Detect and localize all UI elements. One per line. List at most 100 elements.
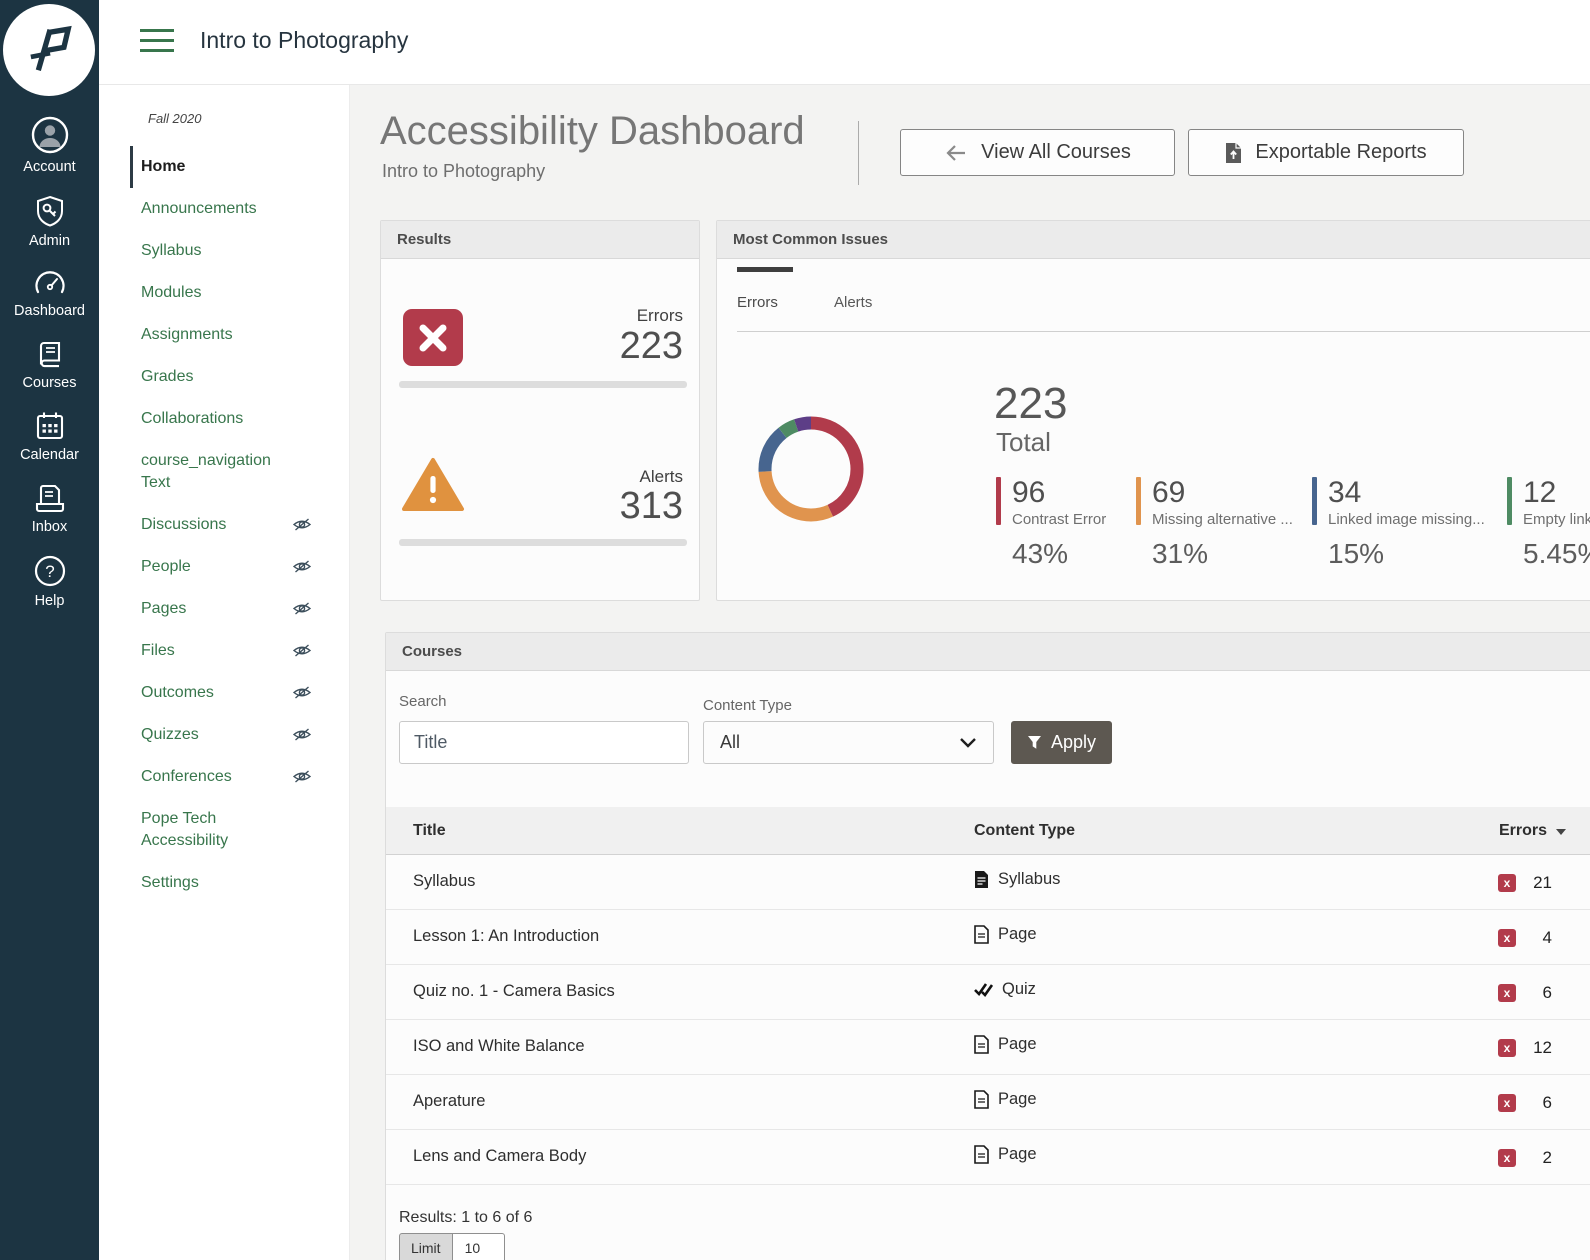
eye-slash-icon xyxy=(292,560,312,573)
course-nav-syllabus[interactable]: Syllabus xyxy=(141,230,346,272)
course-nav-label: course_navigation Text xyxy=(141,452,271,491)
sidebar-item-inbox[interactable]: Inbox xyxy=(0,472,99,544)
svg-text:?: ? xyxy=(45,562,54,581)
stat-label: Contrast Error xyxy=(1012,511,1107,528)
table-row[interactable]: ISO and White Balance Page x 12 xyxy=(386,1020,1590,1075)
limit-select[interactable]: 10 xyxy=(452,1233,505,1260)
tab-alerts[interactable]: Alerts xyxy=(834,294,872,311)
view-all-courses-button[interactable]: View All Courses xyxy=(900,129,1175,176)
course-nav-label: Pages xyxy=(141,600,187,617)
course-nav-pages[interactable]: Pages xyxy=(141,588,346,630)
sidebar-item-courses[interactable]: Courses xyxy=(0,328,99,400)
course-nav-people[interactable]: People xyxy=(141,546,346,588)
sidebar-item-help[interactable]: ? Help xyxy=(0,544,99,618)
limit-label: Limit xyxy=(399,1233,453,1260)
table-row[interactable]: Lens and Camera Body Page x 2 xyxy=(386,1130,1590,1185)
issues-donut-chart xyxy=(758,416,864,522)
course-nav-label: Discussions xyxy=(141,516,227,533)
popetech-logo-icon xyxy=(30,25,72,72)
error-badge-icon: x xyxy=(1498,1039,1516,1057)
stat-value: 69 xyxy=(1152,476,1186,509)
row-error-count: 6 xyxy=(1542,1093,1552,1112)
content-type-select[interactable]: All xyxy=(703,721,994,764)
stat-color-bar xyxy=(1136,477,1141,525)
course-nav-modules[interactable]: Modules xyxy=(141,272,346,314)
issues-panel-title: Most Common Issues xyxy=(717,221,1590,259)
errors-label: Errors xyxy=(636,306,683,325)
results-panel: Results Errors 223 Alerts 313 xyxy=(380,220,700,601)
table-row[interactable]: Aperature Page x 6 xyxy=(386,1075,1590,1130)
calendar-icon xyxy=(36,412,63,440)
results-panel-title: Results xyxy=(381,221,699,259)
table-row[interactable]: Quiz no. 1 - Camera Basics Quiz x 6 xyxy=(386,965,1590,1020)
course-nav-home[interactable]: Home xyxy=(130,146,335,188)
sidebar-item-account[interactable]: Account xyxy=(0,106,99,184)
course-nav-label: Home xyxy=(141,158,186,175)
course-nav-collaborations[interactable]: Collaborations xyxy=(141,398,346,440)
course-nav-announcements[interactable]: Announcements xyxy=(141,188,346,230)
stat-label: Linked image missing... xyxy=(1328,511,1485,528)
course-nav-label: Assignments xyxy=(141,326,233,343)
stat-label: Missing alternative ... xyxy=(1152,511,1293,528)
exportable-reports-button[interactable]: Exportable Reports xyxy=(1188,129,1464,176)
apply-button[interactable]: Apply xyxy=(1011,721,1112,764)
sidebar-item-calendar[interactable]: Calendar xyxy=(0,400,99,472)
course-nav-conferences[interactable]: Conferences xyxy=(141,756,346,798)
header-divider xyxy=(858,121,859,185)
course-nav-pope-tech-accessibility[interactable]: Pope Tech Accessibility xyxy=(141,798,346,862)
stat-color-bar xyxy=(1312,477,1317,525)
sidebar-item-label: Courses xyxy=(22,375,77,391)
stat-percent: 31% xyxy=(1152,538,1209,569)
course-nav-assignments[interactable]: Assignments xyxy=(141,314,346,356)
quiz-icon xyxy=(974,982,993,997)
top-header: Intro to Photography xyxy=(99,0,1590,85)
hamburger-menu-icon[interactable] xyxy=(140,29,174,56)
file-export-icon xyxy=(1226,142,1242,163)
row-content-type: Syllabus xyxy=(998,870,1061,888)
admin-shield-icon xyxy=(36,195,63,227)
sidebar-item-admin[interactable]: Admin xyxy=(0,184,99,258)
page-icon xyxy=(974,1090,989,1109)
course-nav-label: Conferences xyxy=(141,768,232,785)
stat-percent: 15% xyxy=(1328,538,1385,569)
course-nav-course-navigation-text[interactable]: course_navigation Text xyxy=(141,440,346,504)
row-error-count: 6 xyxy=(1542,983,1552,1002)
search-input[interactable] xyxy=(399,721,689,764)
stat-percent: 43% xyxy=(1012,538,1069,569)
errors-header-label: Errors xyxy=(1499,822,1548,839)
alert-icon xyxy=(401,457,465,518)
course-nav-files[interactable]: Files xyxy=(141,630,346,672)
row-content-type: Page xyxy=(998,925,1037,943)
account-avatar-icon xyxy=(31,116,68,154)
issues-total-label: Total xyxy=(996,427,1051,457)
course-nav-discussions[interactable]: Discussions xyxy=(141,504,346,546)
row-error-count: 4 xyxy=(1542,928,1552,947)
sidebar-item-label: Help xyxy=(34,593,65,609)
course-nav-label: Syllabus xyxy=(141,242,202,259)
column-header-errors[interactable]: Errors xyxy=(1499,822,1567,840)
popetech-logo[interactable] xyxy=(3,4,95,96)
content-type-label: Content Type xyxy=(703,697,792,714)
alerts-value: 313 xyxy=(619,485,683,527)
help-icon: ? xyxy=(34,555,65,587)
column-header-title: Title xyxy=(413,822,446,839)
course-nav-label: Modules xyxy=(141,284,202,301)
page-title: Accessibility Dashboard xyxy=(380,109,805,153)
stat-empty-link: 12 Empty link 5.45% xyxy=(1507,477,1590,570)
dashboard-gauge-icon xyxy=(34,271,65,294)
stat-color-bar xyxy=(996,477,1001,525)
tab-errors[interactable]: Errors xyxy=(737,294,778,311)
page-icon xyxy=(974,1145,989,1164)
course-nav-label: Announcements xyxy=(141,200,257,217)
course-nav-settings[interactable]: Settings xyxy=(141,862,346,904)
course-nav-quizzes[interactable]: Quizzes xyxy=(141,714,346,756)
course-nav-grades[interactable]: Grades xyxy=(141,356,346,398)
issues-total-value: 223 xyxy=(994,379,1068,428)
course-nav-outcomes[interactable]: Outcomes xyxy=(141,672,346,714)
error-badge-icon: x xyxy=(1498,984,1516,1002)
course-nav-label: Pope Tech Accessibility xyxy=(141,810,229,849)
sidebar-item-label: Inbox xyxy=(31,519,68,535)
table-row[interactable]: Syllabus Syllabus x 21 xyxy=(386,855,1590,910)
sidebar-item-dashboard[interactable]: Dashboard xyxy=(0,258,99,328)
table-row[interactable]: Lesson 1: An Introduction Page x 4 xyxy=(386,910,1590,965)
